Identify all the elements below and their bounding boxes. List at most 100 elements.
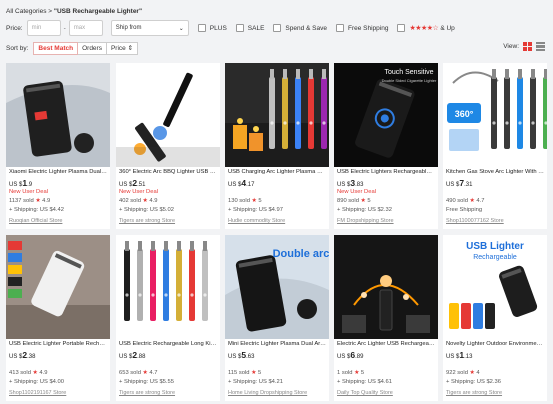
free-shipping-label: Free Shipping	[347, 24, 389, 32]
product-image[interactable]	[116, 235, 220, 339]
product-sold-rating: 653 sold ★ 4.7	[119, 370, 157, 376]
plus-checkbox[interactable]	[197, 24, 206, 32]
product-title[interactable]: USB Electric Lighters Rechargeable Touch	[337, 169, 435, 175]
product-card[interactable]: USB Charging Arc Lighter Plasma Electric…	[225, 63, 329, 229]
price-cents: .83	[355, 182, 364, 188]
free-shipping-filter[interactable]: Free Shipping	[335, 24, 389, 32]
product-image[interactable]	[225, 63, 329, 167]
sold-count: 922 sold	[446, 370, 468, 376]
store-link[interactable]: Daily Top Quality Store	[337, 390, 393, 396]
store-link[interactable]: Shop1102191167 Store	[9, 390, 66, 396]
price-cents: .38	[27, 354, 36, 360]
spend-save-filter[interactable]: Spend & Save	[273, 24, 327, 32]
sale-label: SALE	[247, 24, 265, 32]
rating-value: 5	[367, 198, 371, 204]
product-sold-rating: 402 sold ★ 4.9	[119, 198, 157, 204]
store-link[interactable]: Tigers are strong Store	[446, 390, 502, 396]
breadcrumb-separator: >	[48, 8, 53, 15]
product-image[interactable]	[6, 235, 110, 339]
product-card[interactable]: 360° Kitchen Gas Stove Arc Lighter With F…	[443, 63, 547, 229]
store-link[interactable]: Hudie commodity Store	[228, 218, 285, 224]
product-card[interactable]: Double arc Mini Electric Lighter Plasma D…	[225, 235, 329, 401]
svg-text:USB Lighter: USB Lighter	[466, 241, 524, 252]
store-link[interactable]: Ruoqian Official Store	[9, 218, 62, 224]
rating-filter[interactable]: ★★★★☆ & Up	[397, 24, 455, 32]
product-card[interactable]: Xiaomi Electric Lighter Plasma Dual Arc …	[6, 63, 110, 229]
product-image[interactable]: Double arc	[225, 235, 329, 339]
ship-from-select[interactable]: Ship from ⌄	[110, 20, 189, 36]
product-title[interactable]: Electric Arc Lighter USB Rechargeable Ca…	[337, 341, 435, 347]
product-image[interactable]: USB Lighter Rechargeable	[443, 235, 547, 339]
svg-text:Touch Sensitive: Touch Sensitive	[384, 69, 433, 76]
store-link[interactable]: FM Dropshipping Store	[337, 218, 394, 224]
price-min-input[interactable]: min	[26, 20, 61, 36]
price-currency: US $	[446, 182, 460, 188]
list-view-icon[interactable]	[536, 42, 545, 51]
store-link[interactable]: Tigers are strong Store	[119, 390, 175, 396]
free-shipping-checkbox[interactable]	[335, 24, 344, 32]
star-icon: ★	[35, 198, 41, 204]
price-currency: US $	[119, 182, 133, 188]
view-toggle: View:	[503, 42, 545, 51]
product-card[interactable]: USB Electric Lighter Portable Rechargeab…	[6, 235, 110, 401]
price-cents: .63	[246, 354, 255, 360]
price-max-input[interactable]: max	[68, 20, 103, 36]
price-currency: US $	[337, 182, 351, 188]
rating-value: 4.7	[149, 370, 158, 376]
shipping-cost: Free Shipping	[446, 207, 483, 213]
product-image[interactable]	[116, 63, 220, 167]
sort-price-button[interactable]: Price ⇕	[106, 41, 139, 55]
star-rating-icon: ★★★★☆	[409, 25, 439, 32]
plus-label: PLUS	[209, 24, 227, 32]
price-cents: .88	[137, 354, 146, 360]
product-price: US $4.17	[228, 178, 254, 188]
breadcrumb-root[interactable]: All Categories	[6, 8, 46, 15]
product-image[interactable]: Touch Sensitive Double Sided Cigarette Li…	[334, 63, 438, 167]
star-icon: ★	[251, 370, 257, 376]
product-image[interactable]: 360°	[443, 63, 547, 167]
store-link[interactable]: Shop1100077162 Store	[446, 218, 504, 224]
rating-value: 4.9	[149, 198, 158, 204]
price-cents: .17	[246, 182, 255, 188]
product-title[interactable]: Novelty Lighter Outdoor Environmental US…	[446, 341, 544, 347]
store-link[interactable]: Home Living Dropshipping Store	[228, 390, 307, 396]
product-price: US $2.38	[9, 350, 35, 360]
product-title[interactable]: USB Electric Lighter Portable Rechargeab…	[9, 341, 107, 347]
shipping-cost: + Shipping: US $2.32	[337, 207, 392, 213]
price-cents: .51	[137, 182, 146, 188]
store-link[interactable]: Tigers are strong Store	[119, 218, 175, 224]
rating-checkbox[interactable]	[397, 24, 406, 32]
product-card[interactable]: Touch Sensitive Double Sided Cigarette Li…	[334, 63, 438, 229]
product-card[interactable]: 360° Electric Arc BBQ Lighter USB Rechar…	[116, 63, 220, 229]
product-title[interactable]: Xiaomi Electric Lighter Plasma Dual Arc …	[9, 169, 107, 175]
new-user-deal-badge: New User Deal	[119, 189, 158, 195]
product-sold-rating: 1 sold ★ 5	[337, 370, 364, 376]
product-image[interactable]	[6, 63, 110, 167]
sort-best-match-button[interactable]: Best Match	[33, 41, 79, 55]
product-title[interactable]: USB Charging Arc Lighter Plasma Electric	[228, 169, 326, 175]
product-title[interactable]: Mini Electric Lighter Plasma Dual Arc US…	[228, 341, 326, 347]
star-icon: ★	[469, 198, 475, 204]
star-icon: ★	[469, 370, 475, 376]
shipping-cost: + Shipping: US $4.21	[228, 379, 283, 385]
star-icon: ★	[142, 370, 148, 376]
product-title[interactable]: USB Electric Rechargeable Long Kitchen L…	[119, 341, 217, 347]
product-card[interactable]: USB Lighter Rechargeable Novelty Lighter O…	[443, 235, 547, 401]
spend-save-checkbox[interactable]	[273, 24, 282, 32]
sale-filter[interactable]: SALE	[235, 24, 265, 32]
sort-orders-button[interactable]: Orders	[78, 41, 107, 55]
product-card[interactable]: USB Electric Rechargeable Long Kitchen L…	[116, 235, 220, 401]
sale-checkbox[interactable]	[235, 24, 244, 32]
product-title[interactable]: 360° Electric Arc BBQ Lighter USB Rechar…	[119, 169, 217, 175]
product-title[interactable]: Kitchen Gas Stove Arc Lighter With Flexi…	[446, 169, 544, 175]
rating-value: 4.9	[42, 198, 51, 204]
product-image[interactable]	[334, 235, 438, 339]
grid-view-icon[interactable]	[523, 42, 532, 51]
new-user-deal-badge: New User Deal	[9, 189, 48, 195]
product-card[interactable]: Electric Arc Lighter USB Rechargeable Ca…	[334, 235, 438, 401]
shipping-cost: + Shipping: US $4.42	[9, 207, 64, 213]
plus-filter[interactable]: PLUS	[197, 24, 227, 32]
svg-text:360°: 360°	[455, 109, 474, 119]
product-sold-rating: 413 sold ★ 4.9	[9, 370, 47, 376]
product-sold-rating: 1137 sold ★ 4.9	[9, 198, 50, 204]
